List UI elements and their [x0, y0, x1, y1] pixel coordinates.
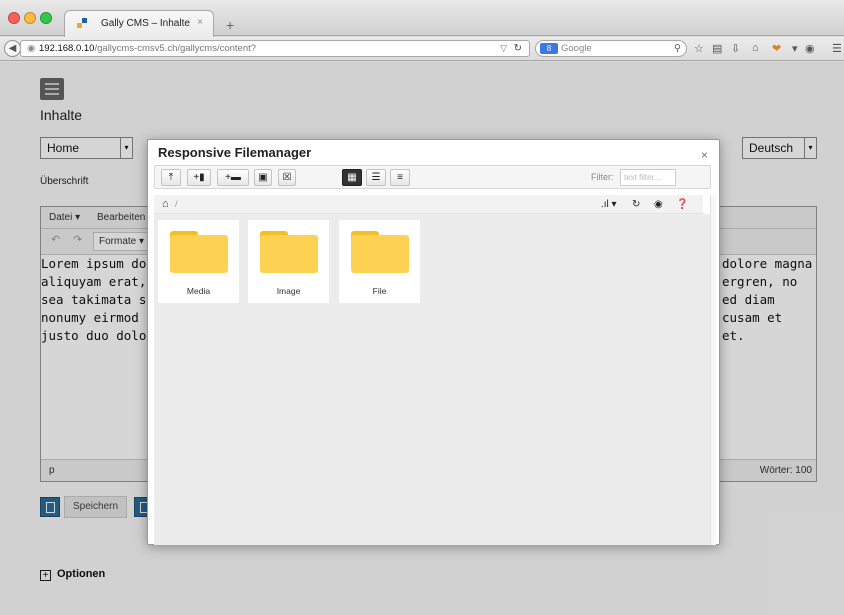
star-icon[interactable]: ☆ — [694, 42, 704, 55]
folder-name: Image — [276, 286, 301, 296]
clear-clipboard-button[interactable]: ☒ — [278, 169, 296, 186]
url-path: /gallycms-cmsv5.ch/gallycms/content? — [94, 43, 257, 54]
download-icon[interactable]: ⇩ — [731, 42, 740, 55]
upload-icon: ⤒ — [168, 172, 174, 183]
close-icon[interactable]: × — [701, 148, 708, 162]
paste-button[interactable]: ▣ — [254, 169, 272, 186]
modal-title: Responsive Filemanager — [158, 145, 312, 160]
folder-icon — [170, 231, 228, 273]
language-icon[interactable]: ◉ — [654, 195, 663, 214]
upload-button[interactable]: ⤒ — [161, 169, 181, 186]
zoom-window-button[interactable] — [40, 12, 52, 24]
filemanager-toolbar: ⤒ +▮ +▬ ▣ ☒ ▦ ☰ ≡ Filter: text filter... — [154, 165, 711, 189]
columns-icon: ≡ — [397, 172, 403, 183]
file-grid: Media Image File — [154, 214, 710, 545]
folder-name: Media — [186, 286, 211, 296]
folder-item[interactable]: Image — [248, 220, 329, 303]
search-engine-icon[interactable]: 8 — [540, 43, 558, 54]
view-grid-button[interactable]: ▦ — [342, 169, 362, 186]
clipboard-clear-icon: ☒ — [282, 172, 292, 183]
folder-item[interactable]: Media — [158, 220, 239, 303]
sort-dropdown[interactable]: .ıl ▾ — [601, 195, 617, 214]
breadcrumb-separator: / — [175, 199, 178, 209]
chat-icon[interactable]: ◉ — [805, 42, 815, 55]
search-icon[interactable]: ⚲ — [674, 41, 681, 56]
extension-icon[interactable]: ❤ — [772, 42, 781, 55]
refresh-icon[interactable]: ↻ — [632, 195, 640, 214]
list-icon: ☰ — [371, 172, 381, 183]
new-folder-button[interactable]: +▬ — [217, 169, 249, 186]
clipboard-icon: ▣ — [258, 172, 268, 183]
filter-label: Filter: — [591, 172, 614, 182]
search-placeholder: Google — [561, 43, 592, 54]
folder-name: File — [372, 286, 387, 296]
folder-icon — [351, 231, 409, 273]
tab-title: Gally CMS – Inhalte — [101, 18, 190, 29]
close-window-button[interactable] — [8, 12, 20, 24]
view-columns-button[interactable]: ≡ — [390, 169, 410, 186]
minimize-window-button[interactable] — [24, 12, 36, 24]
folder-icon — [260, 231, 318, 273]
view-list-button[interactable]: ☰ — [366, 169, 386, 186]
dropdown-icon[interactable]: ▾ — [792, 42, 798, 55]
reload-icon[interactable]: ↻ — [514, 41, 522, 56]
search-bar[interactable]: 8 Google ⚲ — [535, 40, 687, 57]
home-icon[interactable]: ⌂ — [162, 195, 169, 214]
new-folder-icon: +▬ — [225, 172, 241, 183]
scrollbar[interactable] — [710, 195, 716, 545]
help-icon[interactable]: ❓ — [676, 195, 688, 214]
filemanager-modal: Responsive Filemanager × ⤒ +▮ +▬ ▣ ☒ ▦ ☰… — [147, 139, 720, 545]
filter-input[interactable]: text filter... — [620, 169, 676, 186]
favicon-icon — [77, 18, 87, 28]
globe-icon: ◉ — [27, 43, 36, 54]
address-bar[interactable]: ◉ 192.168.0.10/gallycms-cmsv5.ch/gallycm… — [20, 40, 530, 57]
tab-close-icon[interactable]: × — [197, 17, 203, 28]
url-host: 192.168.0.10 — [39, 43, 95, 54]
breadcrumb: ⌂ / .ıl ▾ ↻ ◉ ❓ — [154, 195, 703, 214]
menu-icon[interactable]: ☰ — [832, 42, 842, 55]
new-tab-button[interactable]: + — [226, 17, 234, 33]
reading-list-icon[interactable]: ▤ — [712, 42, 722, 55]
back-button[interactable]: ◀ — [4, 40, 21, 57]
url-text: 192.168.0.10/gallycms-cmsv5.ch/gallycms/… — [39, 41, 256, 56]
home-icon[interactable]: ⌂ — [752, 42, 759, 54]
folder-item[interactable]: File — [339, 220, 420, 303]
grid-icon: ▦ — [347, 172, 357, 183]
browser-tab[interactable]: Gally CMS – Inhalte × — [64, 10, 214, 37]
new-file-icon: +▮ — [193, 172, 205, 183]
bookmark-dropdown-icon[interactable]: ▽ — [500, 41, 507, 56]
new-file-button[interactable]: +▮ — [187, 169, 211, 186]
